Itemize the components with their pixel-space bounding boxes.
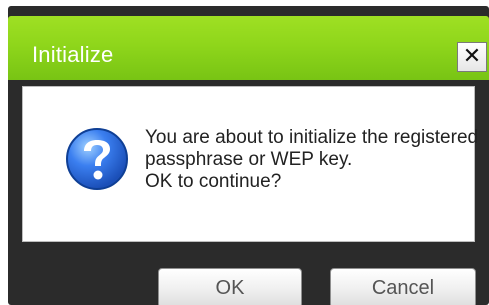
cancel-button-label: Cancel xyxy=(371,276,435,299)
question-icon xyxy=(63,125,131,193)
dialog-title: Initialize xyxy=(32,42,114,67)
ok-button[interactable]: OK xyxy=(158,268,302,305)
dialog-content: You are about to initialize the register… xyxy=(22,86,479,242)
close-icon: ✕ xyxy=(462,44,482,69)
cancel-button[interactable]: Cancel xyxy=(330,268,476,305)
ok-button-label: OK xyxy=(215,276,245,299)
message-line-1: You are about to initialize the register… xyxy=(145,127,479,148)
initialize-dialog: Initialize ✕ You are about to initialize… xyxy=(0,0,489,305)
close-button[interactable]: ✕ xyxy=(457,42,487,72)
dialog-frame: Initialize ✕ You are about to initialize… xyxy=(8,6,489,305)
dialog-message: You are about to initialize the register… xyxy=(145,127,479,193)
message-line-2: passphrase or WEP key. xyxy=(145,149,353,170)
message-line-3: OK to continue? xyxy=(145,171,282,192)
dialog-titlebar: Initialize ✕ xyxy=(8,16,489,80)
